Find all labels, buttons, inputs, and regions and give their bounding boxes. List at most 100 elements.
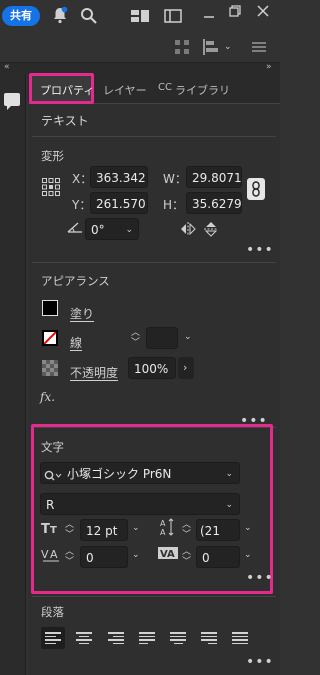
restore-icon[interactable] [229,5,241,20]
divider [32,596,276,597]
x-field[interactable]: 363.342 [90,166,148,188]
comments-icon[interactable] [4,93,20,110]
leading-icon: AA [158,517,176,540]
justify-left-button[interactable] [135,627,159,649]
workspace-icon[interactable] [164,9,182,26]
fill-swatch[interactable] [42,300,58,316]
reference-point-icon[interactable] [42,178,60,199]
distribute-icon[interactable] [174,39,190,58]
share-button[interactable]: 共有 [2,6,40,26]
tracking-icon: VA [158,545,178,566]
align-center-button[interactable] [72,627,96,649]
justify-right-button[interactable] [197,627,221,649]
collapse-right-icon[interactable]: » [266,62,272,72]
bell-icon[interactable] [52,6,68,27]
font-style-value: R [46,498,55,512]
opacity-expand-button[interactable]: › [178,357,194,379]
align-center-icon [76,632,92,644]
justify-all-icon [232,632,248,644]
divider [32,262,276,263]
y-label: Y： [72,198,92,212]
search-icon[interactable] [80,7,98,28]
font-size-icon: TT [41,519,61,538]
flip-vertical-icon[interactable] [204,221,218,240]
opacity-field[interactable]: 100% [128,357,176,379]
svg-text:A: A [50,548,58,561]
tab-properties[interactable]: プロパティ [40,82,94,98]
svg-text:T: T [41,522,50,535]
tracking-stepper[interactable]: ︿ ﹀ [180,546,194,568]
y-field[interactable]: 261.570 [90,192,148,214]
angle-icon [67,221,83,236]
tab-layers[interactable]: レイヤー [103,82,147,98]
justify-all-button[interactable] [228,627,252,649]
align-objects-icon[interactable] [202,38,220,59]
top-bar: 共有 [0,0,280,32]
kerning-stepper[interactable]: ︿ ﹀ [63,546,77,568]
minimize-icon[interactable] [203,8,215,23]
constrain-proportions-button[interactable] [247,178,265,200]
h-label: H： [163,198,185,212]
stroke-weight-stepper[interactable]: ︿ ﹀ [128,327,144,349]
left-rail [0,74,26,675]
collapse-left-icon[interactable]: « [4,62,10,72]
width-field[interactable]: 29.8071 [186,166,242,188]
menu-icon[interactable] [252,41,266,56]
rotate-angle-dropdown[interactable]: 0° ⌄ [85,218,139,240]
font-size-stepper[interactable]: ︿ ﹀ [63,519,77,541]
stroke-weight-field[interactable] [146,327,178,349]
font-family-dropdown[interactable]: 小塚ゴシック Pr6N ⌄ [40,462,240,484]
fill-label[interactable]: 塗り [70,305,94,322]
secondary-toolbar: ⌄ [0,33,280,61]
tab-libraries[interactable]: ライブラリ [175,82,230,98]
rotate-angle-value: 0° [91,223,105,237]
stroke-label[interactable]: 線 [70,334,82,351]
opacity-label[interactable]: 不透明度 [70,364,118,381]
close-icon[interactable] [257,5,269,20]
font-style-dropdown[interactable]: R ⌄ [40,493,240,515]
chevron-down-icon[interactable]: ⌄ [244,550,252,560]
w-label: W： [163,172,187,186]
font-family-value: 小塚ゴシック Pr6N [67,467,172,481]
tracking-field[interactable]: 0 [196,546,240,568]
chevron-down-icon: ⌄ [125,225,133,235]
divider [32,136,276,137]
height-field[interactable]: 35.6279 [186,192,242,214]
leading-field[interactable]: (21 pt) [196,519,240,560]
leading-stepper[interactable]: ︿ ﹀ [180,519,194,541]
justify-left-icon [139,632,155,644]
svg-text:A: A [160,519,166,528]
more-options-button[interactable]: ••• [246,242,274,258]
kerning-icon: VA [41,547,61,566]
more-options-button[interactable]: ••• [246,570,274,586]
fx-label[interactable]: fx. [40,390,55,404]
kerning-field[interactable]: 0 [80,546,128,568]
chevron-down-icon[interactable]: ⌄ [132,523,140,533]
stroke-swatch[interactable] [42,330,58,346]
chevron-down-icon[interactable]: ⌄ [244,523,252,533]
section-title-appearance: アピアランス [41,274,110,288]
chevron-down-icon[interactable]: ⌄ [184,332,192,342]
align-left-button[interactable] [41,627,65,649]
font-size-field[interactable]: 12 pt [80,519,128,541]
svg-text:T: T [50,525,57,535]
opacity-icon [42,360,58,379]
align-left-icon [45,632,61,644]
align-right-button[interactable] [104,627,128,649]
cc-libraries-icon: CC [158,82,172,93]
chevron-down-icon: ⌄ [225,469,233,479]
flip-horizontal-icon[interactable] [180,222,196,239]
justify-center-button[interactable] [166,627,190,649]
chevron-down-icon[interactable]: ⌄ [132,550,140,560]
chevron-down-icon: ⌄ [225,500,233,510]
svg-text:V: V [41,548,49,561]
more-options-button[interactable]: ••• [246,654,274,670]
justify-right-icon [201,632,217,644]
section-title-paragraph: 段落 [41,605,64,619]
chevron-down-icon[interactable]: ⌄ [224,42,232,52]
section-title-transform: 変形 [41,149,64,163]
section-title-text: テキスト [41,114,89,128]
font-search-icon [44,467,62,489]
arrange-documents-icon[interactable] [130,9,150,26]
justify-center-icon [170,632,186,644]
